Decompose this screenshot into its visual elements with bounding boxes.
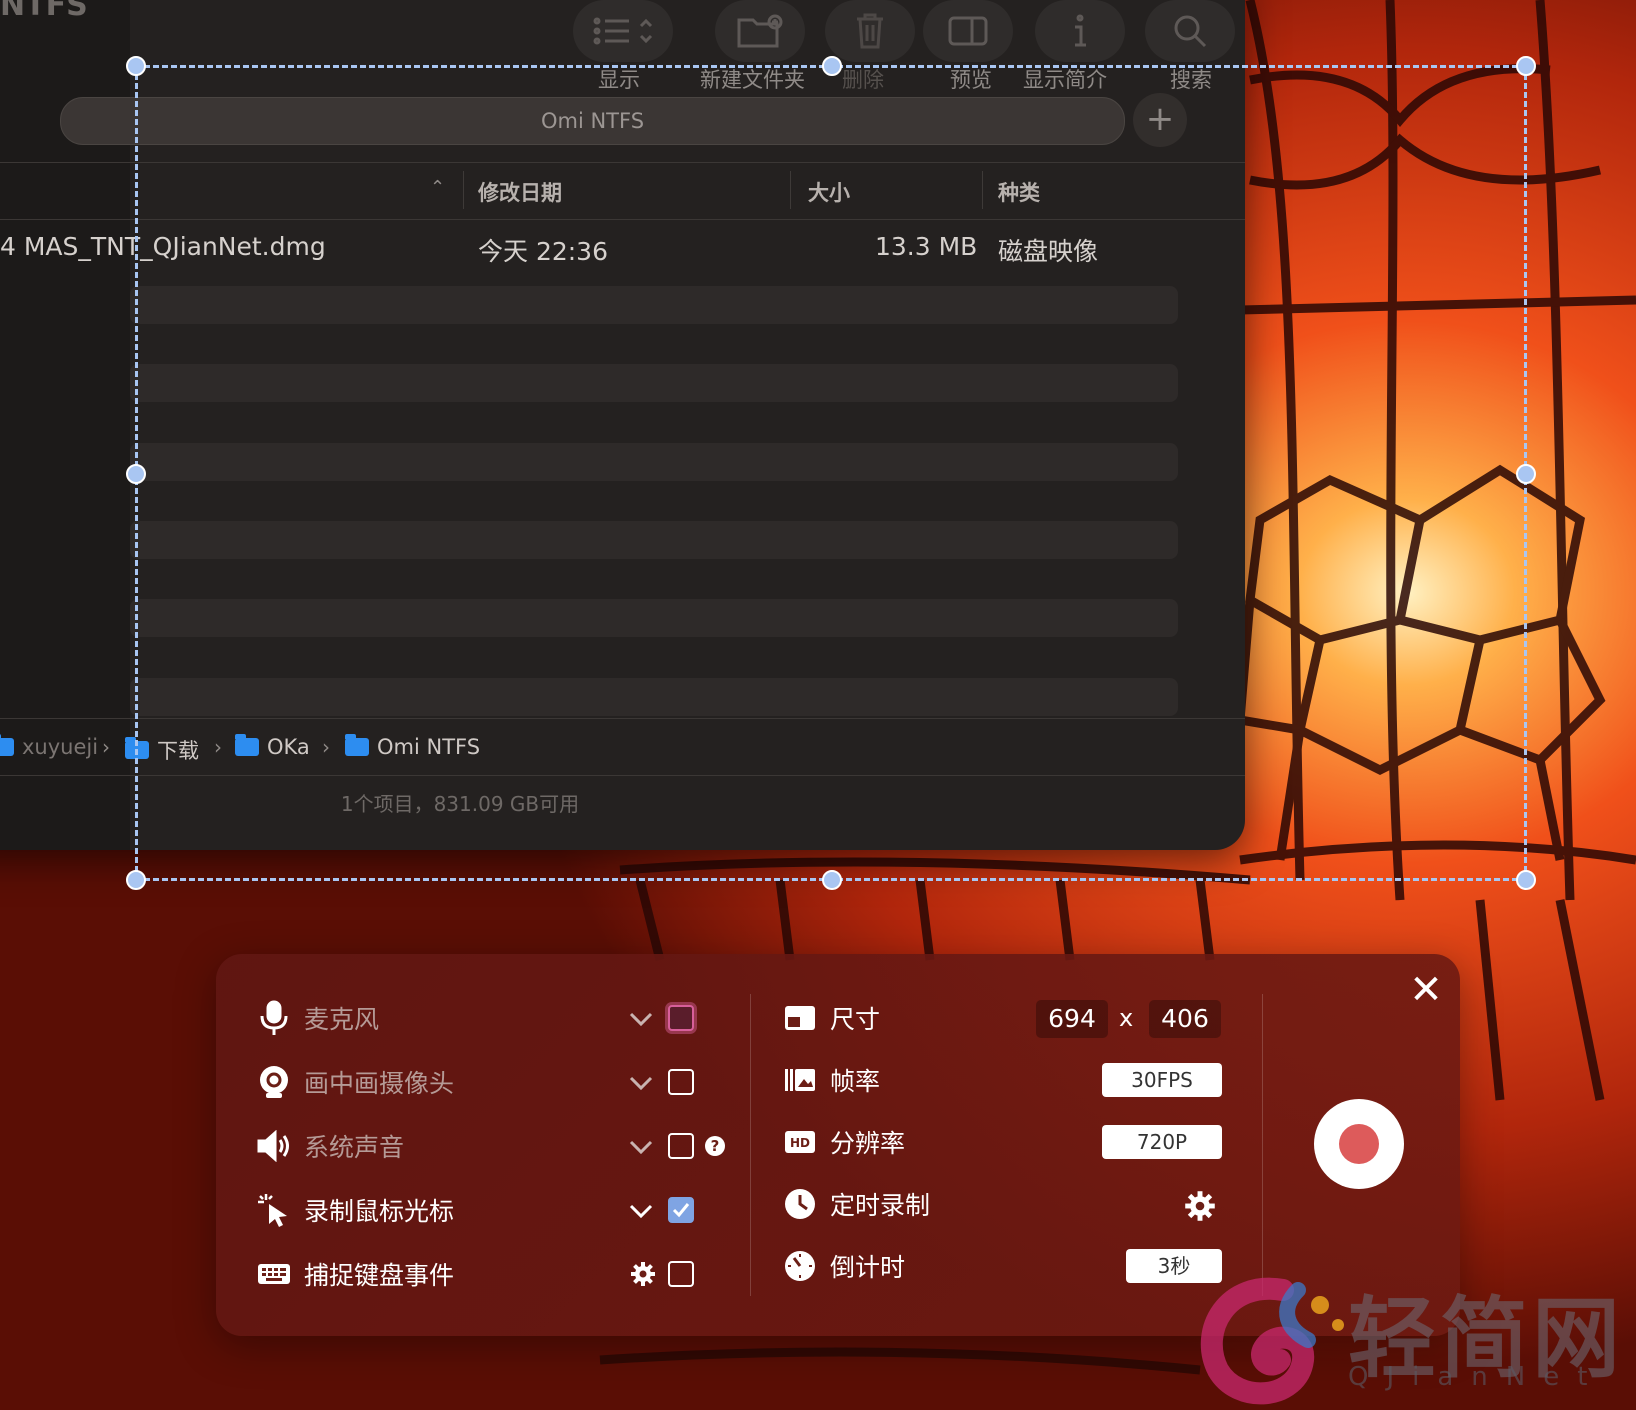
search-icon <box>1174 15 1207 48</box>
resize-handle-top[interactable] <box>822 56 842 76</box>
capture-selection-area[interactable] <box>126 56 1536 890</box>
clock-icon <box>782 1186 818 1222</box>
option-keyboard-events[interactable]: 捕捉键盘事件 <box>256 1254 454 1294</box>
chevron-down-icon[interactable] <box>628 1070 654 1096</box>
panel-divider <box>1262 994 1263 1296</box>
watermark-swirl-icon <box>1200 1277 1344 1405</box>
preview-button[interactable] <box>923 0 1013 62</box>
breadcrumb-item-user[interactable]: xuyueji <box>0 734 98 759</box>
resize-handle-top-right[interactable] <box>1516 56 1536 76</box>
preview-pane-icon <box>948 16 988 46</box>
microphone-checkbox[interactable] <box>668 1005 694 1031</box>
option-system-audio[interactable]: 系统声音 <box>256 1126 404 1166</box>
record-icon <box>1339 1124 1379 1164</box>
microphone-icon <box>256 1000 292 1036</box>
resize-handle-bottom-left[interactable] <box>126 870 146 890</box>
framerate-icon <box>782 1062 818 1098</box>
view-options-button[interactable] <box>573 0 673 62</box>
gear-icon[interactable] <box>1184 1190 1216 1222</box>
chevron-down-icon[interactable] <box>628 1198 654 1224</box>
keyboard-icon <box>256 1256 292 1292</box>
watermark-subtext: QJianNet <box>1348 1362 1606 1392</box>
checkmark-icon <box>672 1203 690 1218</box>
panel-divider <box>750 994 751 1296</box>
width-input[interactable]: 694 <box>1036 1000 1108 1038</box>
pip-camera-checkbox[interactable] <box>668 1069 694 1095</box>
svg-text:HD: HD <box>790 1136 810 1150</box>
search-button[interactable] <box>1145 0 1235 62</box>
countdown-timer-icon <box>782 1248 818 1284</box>
folder-icon <box>0 734 14 756</box>
watermark-logo: 轻简网 QJianNet <box>1188 1260 1628 1410</box>
list-view-icon <box>593 17 653 45</box>
chevron-down-icon[interactable] <box>628 1134 654 1160</box>
setting-scheduled-recording: 定时录制 <box>782 1184 930 1224</box>
trash-icon <box>857 13 883 49</box>
resize-handle-right[interactable] <box>1516 464 1536 484</box>
svg-text:?: ? <box>711 1137 720 1155</box>
height-input[interactable]: 406 <box>1149 1000 1221 1038</box>
info-icon <box>1075 14 1086 47</box>
setting-framerate: 帧率 <box>782 1060 880 1100</box>
keyboard-events-checkbox[interactable] <box>668 1261 694 1287</box>
new-folder-button[interactable] <box>715 0 805 62</box>
system-audio-checkbox[interactable] <box>668 1133 694 1159</box>
setting-countdown: 倒计时 <box>782 1246 905 1286</box>
resize-handle-bottom-right[interactable] <box>1516 870 1536 890</box>
speaker-icon <box>256 1128 292 1164</box>
option-record-cursor[interactable]: 录制鼠标光标 <box>256 1190 454 1230</box>
chevron-right-icon: › <box>102 735 110 759</box>
size-icon <box>782 1000 818 1036</box>
close-button[interactable]: ✕ <box>1406 970 1446 1010</box>
resize-handle-bottom[interactable] <box>822 870 842 890</box>
webcam-icon <box>256 1064 292 1100</box>
record-cursor-checkbox[interactable] <box>668 1197 694 1223</box>
hd-icon: HD <box>782 1124 818 1160</box>
cursor-icon <box>256 1192 292 1228</box>
dimension-separator: x <box>1119 1004 1134 1032</box>
framerate-select[interactable]: 30FPS <box>1102 1063 1222 1097</box>
option-pip-camera[interactable]: 画中画摄像头 <box>256 1062 454 1102</box>
setting-resolution: HD 分辨率 <box>782 1122 905 1162</box>
setting-size: 尺寸 <box>782 998 880 1038</box>
new-folder-icon <box>737 14 783 48</box>
get-info-button[interactable] <box>1035 0 1125 62</box>
resize-handle-left[interactable] <box>126 464 146 484</box>
delete-button[interactable] <box>825 0 915 62</box>
gear-icon[interactable] <box>630 1261 656 1287</box>
chevron-down-icon[interactable] <box>628 1006 654 1032</box>
option-microphone[interactable]: 麦克风 <box>256 998 379 1038</box>
resize-handle-top-left[interactable] <box>126 56 146 76</box>
help-icon[interactable]: ? <box>704 1135 726 1157</box>
record-button[interactable] <box>1314 1099 1404 1189</box>
resolution-select[interactable]: 720P <box>1102 1125 1222 1159</box>
